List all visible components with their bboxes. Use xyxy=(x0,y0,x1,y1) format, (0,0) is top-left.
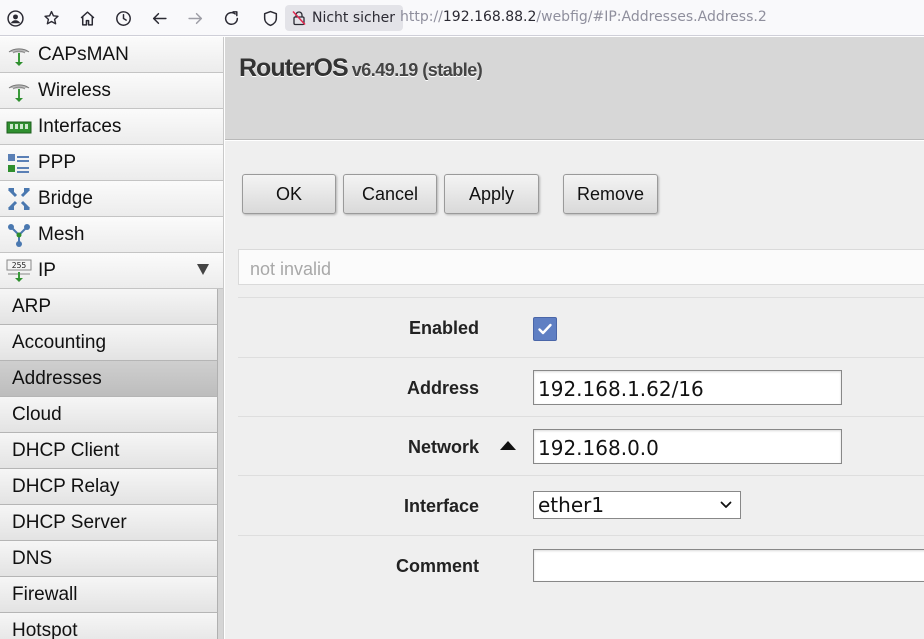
extensions-icon[interactable] xyxy=(40,7,62,29)
address-form-panel: OK Cancel Apply Remove not invalid Enabl… xyxy=(225,141,924,639)
browser-toolbar: Nicht sicher http://192.168.88.2/webfig/… xyxy=(0,0,924,36)
forward-icon[interactable] xyxy=(184,7,206,29)
network-row: Network 192.168.0.0 xyxy=(238,416,924,476)
chevron-down-icon xyxy=(720,501,732,508)
home-icon[interactable] xyxy=(76,7,98,29)
account-icon[interactable] xyxy=(4,7,26,29)
comment-row: Comment xyxy=(238,535,924,595)
submenu-item-dhcp-server[interactable]: DHCP Server xyxy=(0,505,218,541)
address-label: Address xyxy=(406,378,479,398)
network-label: Network xyxy=(407,437,479,457)
remove-button[interactable]: Remove xyxy=(563,174,658,214)
interface-value: ether1 xyxy=(538,493,605,517)
page-header: RouterOS v6.49.19 (stable) xyxy=(225,37,924,140)
sidebar-item-label: Bridge xyxy=(38,187,93,209)
expand-arrow-icon[interactable] xyxy=(197,264,209,275)
security-label: Nicht sicher xyxy=(312,10,395,26)
sidebar-item-label: Wireless xyxy=(38,79,111,101)
submenu-item-hotspot[interactable]: Hotspot xyxy=(0,613,218,639)
enabled-checkbox[interactable] xyxy=(533,317,557,341)
capsman-icon xyxy=(4,42,34,68)
version-label: v6.49.19 (stable) xyxy=(351,60,483,80)
cancel-button[interactable]: Cancel xyxy=(343,174,437,214)
interface-row: Interface ether1 xyxy=(238,475,924,535)
address-row: Address 192.168.1.62/16 xyxy=(238,357,924,417)
security-indicator[interactable]: Nicht sicher xyxy=(285,5,403,31)
check-icon xyxy=(538,323,552,335)
sidebar-item-label: IP xyxy=(38,259,56,281)
address-bar[interactable]: http://192.168.88.2/webfig/#IP:Addresses… xyxy=(400,9,767,25)
url-host: 192.168.88.2 xyxy=(442,9,537,25)
submenu-item-dhcp-client[interactable]: DHCP Client xyxy=(0,433,218,469)
ppp-icon xyxy=(4,150,34,176)
interface-label: Interface xyxy=(403,496,479,516)
history-icon[interactable] xyxy=(112,7,134,29)
sidebar-item-label: Interfaces xyxy=(38,115,122,137)
submenu-item-firewall[interactable]: Firewall xyxy=(0,577,218,613)
sidebar-item-capsman[interactable]: CAPsMAN xyxy=(0,37,223,73)
enabled-label: Enabled xyxy=(408,318,479,338)
wireless-icon xyxy=(4,78,34,104)
apply-button[interactable]: Apply xyxy=(444,174,539,214)
tracking-protection-icon[interactable] xyxy=(259,7,281,29)
address-input[interactable]: 192.168.1.62/16 xyxy=(533,370,842,405)
ip-icon: 255 xyxy=(4,258,34,284)
comment-input[interactable] xyxy=(533,549,924,582)
ip-submenu: ARP Accounting Addresses Cloud DHCP Clie… xyxy=(0,289,223,639)
sidebar-item-label: PPP xyxy=(38,151,77,173)
url-prefix: http:// xyxy=(400,9,443,25)
submenu-item-cloud[interactable]: Cloud xyxy=(0,397,218,433)
svg-text:255: 255 xyxy=(12,261,27,270)
sidebar-item-bridge[interactable]: Bridge xyxy=(0,181,223,217)
submenu-item-accounting[interactable]: Accounting xyxy=(0,325,218,361)
submenu-item-arp[interactable]: ARP xyxy=(0,289,218,325)
sidebar-item-ppp[interactable]: PPP xyxy=(0,145,223,181)
submenu-item-dns[interactable]: DNS xyxy=(0,541,218,577)
status-message: not invalid xyxy=(238,249,924,285)
sidebar-item-mesh[interactable]: Mesh xyxy=(0,217,223,253)
sidebar-item-label: CAPsMAN xyxy=(38,43,129,65)
reload-icon[interactable] xyxy=(220,7,242,29)
brand-name: RouterOS xyxy=(239,54,349,82)
collapse-triangle-icon[interactable] xyxy=(500,441,516,450)
bridge-icon xyxy=(4,186,34,212)
sidebar-item-ip[interactable]: 255 IP xyxy=(0,253,223,289)
network-input[interactable]: 192.168.0.0 xyxy=(533,429,842,464)
page-title: RouterOS v6.49.19 (stable) xyxy=(239,54,483,83)
submenu-item-addresses[interactable]: Addresses xyxy=(0,361,218,397)
sidebar-item-interfaces[interactable]: Interfaces xyxy=(0,109,223,145)
interfaces-icon xyxy=(4,114,34,140)
sidebar: CAPsMAN Wireless Interfaces PPP Bridge M… xyxy=(0,37,224,639)
sidebar-item-wireless[interactable]: Wireless xyxy=(0,73,223,109)
ok-button[interactable]: OK xyxy=(242,174,336,214)
sidebar-item-label: Mesh xyxy=(38,223,85,245)
interface-select[interactable]: ether1 xyxy=(533,491,741,519)
url-path: /webfig/#IP:Addresses.Address.2 xyxy=(536,9,767,25)
back-icon[interactable] xyxy=(148,7,170,29)
enabled-row: Enabled xyxy=(238,297,924,357)
submenu-item-dhcp-relay[interactable]: DHCP Relay xyxy=(0,469,218,505)
comment-label: Comment xyxy=(395,556,479,576)
insecure-lock-icon xyxy=(292,10,306,26)
mesh-icon xyxy=(4,222,34,248)
